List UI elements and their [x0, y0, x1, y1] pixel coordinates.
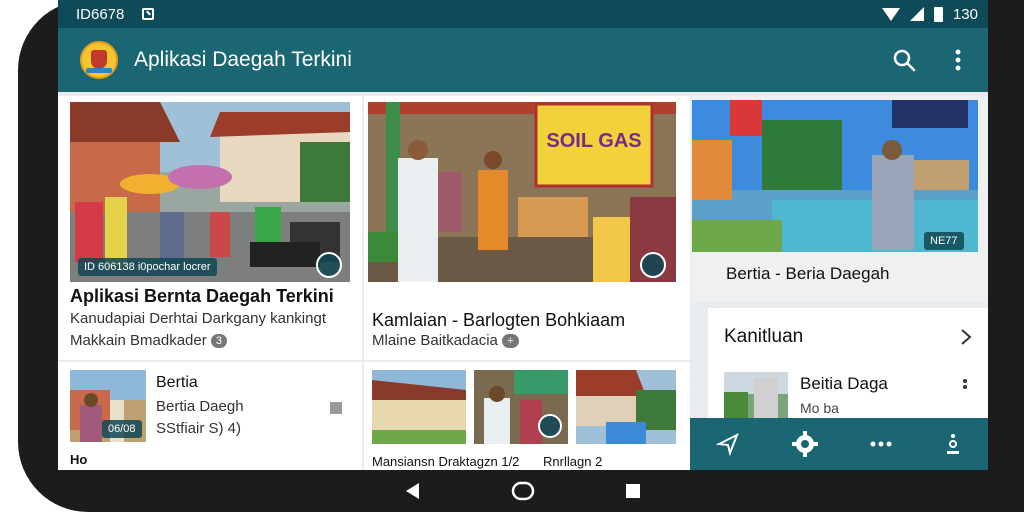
apps-icon[interactable]: [944, 432, 962, 456]
wifi-icon: [881, 7, 900, 21]
featured-caption: Bertia - Beria Daegah: [726, 264, 890, 283]
footer-middle-text: Mansiansn Draktagzn 1/2: [372, 454, 520, 469]
more-horiz-icon[interactable]: [870, 441, 892, 447]
gallery-photo-1[interactable]: [372, 370, 466, 444]
footer-right-text: Rnrllagn 2: [543, 454, 603, 469]
featured-card[interactable]: NE77 Bertia - Beria Daegah: [692, 96, 988, 302]
stall-banner-text: SOIL GAS: [546, 130, 641, 152]
news-card-1-title: Aplikasi Bernta Daegah Terkini: [70, 286, 334, 306]
gallery-photo-3[interactable]: [576, 370, 676, 444]
news-card-1-subtitle: Kanudapiai Derhtai Darkgany kankingt: [70, 310, 326, 327]
list-item-line1: Bertia Daegh: [156, 398, 244, 415]
app-bar: Aplikasi Daegah Terkini: [58, 28, 988, 92]
list-item-line2: SStfiair S) 4): [156, 420, 242, 437]
section-item-sub: Mo ba: [800, 400, 839, 416]
search-button[interactable]: [888, 44, 920, 76]
back-icon[interactable]: [405, 482, 421, 500]
section-item-title: Beitia Daga: [800, 374, 888, 393]
overflow-menu-button[interactable]: [942, 44, 974, 76]
system-nav-bar: [58, 470, 988, 512]
news-card-2-meta: Mlaine Baitkadacia +: [372, 332, 519, 349]
photo-badge-1: ID 606138 i0pochar locrer: [78, 258, 217, 276]
settings-gear-icon[interactable]: [792, 431, 818, 457]
featured-photo: [692, 100, 978, 252]
bookmark-icon[interactable]: [330, 402, 342, 414]
section-card: Kanitluan Beitia Daga Mo ba: [708, 308, 988, 418]
status-left-text: ID6678: [76, 5, 125, 23]
news-photo-2: SOIL GAS: [368, 102, 676, 282]
list-item[interactable]: 06/08 Bertia Bertia Daegh SStfiair S) 4)…: [58, 362, 362, 470]
more-vert-icon: [955, 49, 961, 71]
footer-left-fragment: Ho: [70, 452, 88, 467]
chevron-right-icon[interactable]: [960, 328, 972, 346]
app-logo: [80, 41, 118, 79]
photo-action-button-2[interactable]: [640, 252, 666, 278]
comment-count-1: 3: [210, 334, 228, 349]
gallery-action-button[interactable]: [538, 414, 562, 438]
section-item-thumb: [724, 372, 788, 418]
send-icon[interactable]: [716, 432, 740, 456]
home-icon[interactable]: [511, 481, 535, 501]
content-area: ID 606138 i0pochar locrer Aplikasi Bernt…: [58, 92, 988, 470]
gallery-row: Mansiansn Draktagzn 1/2 Rnrllagn 2: [364, 362, 690, 470]
news-card-2[interactable]: SOIL GAS Kamlaian - Barlogten Bohkiaam M…: [364, 96, 690, 360]
battery-level: 130: [952, 5, 978, 23]
news-card-2-title: Kamlaian - Barlogten Bohkiaam: [372, 310, 626, 330]
footer-middle-fragment: Mansiansn Draktagzn 1/2 Rnrllagn 2: [372, 454, 602, 469]
item-more-icon[interactable]: [962, 378, 968, 396]
recents-icon[interactable]: [625, 483, 641, 499]
list-item-title: Bertia: [156, 374, 198, 391]
bottom-nav: [690, 418, 988, 470]
list-item-badge: 06/08: [102, 420, 142, 438]
app-title: Aplikasi Daegah Terkini: [134, 48, 352, 71]
screenshot-icon: [142, 8, 155, 20]
news-card-1[interactable]: ID 606138 i0pochar locrer Aplikasi Bernt…: [58, 96, 362, 360]
news-photo-1: [70, 102, 350, 282]
featured-badge: NE77: [924, 232, 964, 250]
news-card-1-meta: Makkain Bmadkader 3: [70, 332, 228, 349]
battery-icon: [933, 6, 943, 22]
news-card-2-meta-text: Mlaine Baitkadacia: [372, 332, 498, 349]
news-card-1-meta-text: Makkain Bmadkader: [70, 332, 207, 349]
signal-icon: [909, 7, 924, 21]
status-bar: ID6678 130: [58, 0, 988, 28]
screen: ID6678 130 Aplikasi Daegah Terkini ID 60…: [58, 0, 988, 470]
photo-action-button-1[interactable]: [316, 252, 342, 278]
comment-count-2: +: [502, 334, 519, 349]
search-icon: [893, 49, 916, 72]
section-title: Kanitluan: [724, 326, 804, 347]
